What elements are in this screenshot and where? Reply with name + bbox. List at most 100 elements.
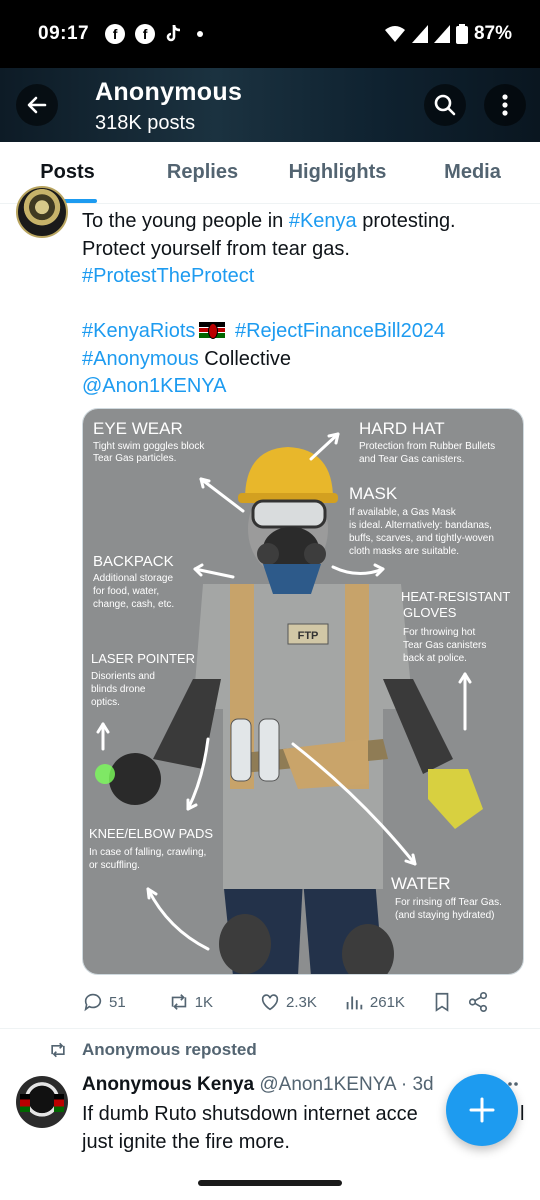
label-title: HARD HAT (359, 419, 445, 438)
label-text: Tight swim goggles block (93, 441, 205, 452)
label-text: Tear Gas particles. (93, 453, 176, 464)
reply-icon (84, 993, 102, 1012)
system-status: 87% (384, 23, 512, 45)
tab-posts[interactable]: Posts (0, 142, 135, 203)
repost-icon (171, 994, 186, 1010)
label-text: and Tear Gas canisters. (359, 454, 464, 465)
reply-button[interactable]: 51 (82, 991, 126, 1013)
label-text: (and staying hydrated) (395, 910, 495, 921)
label-text: buffs, scarves, and tightly-woven (349, 533, 494, 544)
tweet-text-segment: Collective (198, 347, 292, 370)
label-title: EYE WEAR (93, 419, 183, 438)
plus-icon (469, 1097, 495, 1123)
back-button[interactable] (16, 84, 58, 126)
repost-icon (51, 1042, 65, 1058)
search-button[interactable] (424, 84, 466, 126)
label-title: HEAT-RESISTANT (401, 589, 510, 604)
clock: 09:17 (38, 23, 90, 44)
arrow-left-icon (27, 96, 47, 114)
view-count: 261K (369, 993, 405, 1011)
facebook-icon: f (105, 24, 126, 44)
battery-level: 87% (473, 23, 512, 44)
repost-label: Anonymous reposted (82, 1040, 257, 1059)
more-notifications-icon (197, 31, 204, 37)
tweet-text-segment: To the young people in (82, 210, 289, 232)
tiktok-icon (166, 24, 181, 42)
shirt-badge: FTP (298, 630, 319, 642)
battery-icon (455, 24, 468, 44)
tab-media[interactable]: Media (405, 142, 540, 203)
home-indicator[interactable] (198, 1180, 342, 1186)
label-text: If available, a Gas Mask (349, 507, 457, 518)
wifi-icon (384, 26, 405, 42)
tweet-text: To the young people in #Kenya protesting… (82, 208, 522, 401)
label-text: In case of falling, crawling, (89, 847, 206, 858)
views-button[interactable]: 261K (343, 991, 405, 1013)
label-text: or scuffling. (89, 860, 140, 871)
label-text: For rinsing off Tear Gas. (395, 897, 502, 908)
label-title: KNEE/ELBOW PADS (89, 826, 213, 841)
label-text: for food, water, (93, 586, 159, 597)
tab-replies[interactable]: Replies (135, 142, 270, 203)
repost-count: 1K (194, 993, 214, 1011)
more-options-button[interactable] (484, 84, 526, 126)
label-text: cloth masks are suitable. (349, 546, 459, 557)
like-count: 2.3K (286, 993, 317, 1011)
label-title: WATER (391, 874, 451, 893)
hashtag-link[interactable]: #Anonymous (82, 348, 199, 370)
avatar[interactable] (16, 1076, 68, 1128)
search-icon (434, 94, 456, 116)
repost-indicator: Anonymous reposted (48, 1040, 257, 1060)
profile-name: Anonymous (95, 78, 243, 106)
label-text: Additional storage (93, 573, 173, 584)
tweet-text-segment: Protect yourself from tear gas. (82, 237, 350, 260)
label-text: Disorients and (91, 671, 155, 682)
status-bar: 09:17 f f 87% (0, 0, 540, 68)
avatar[interactable] (16, 186, 68, 238)
tweet-actions: 51 1K 2.3K 261K (82, 984, 522, 1020)
hashtag-link[interactable]: #Kenya (289, 210, 357, 232)
mention-link[interactable]: @Anon1KENYA (82, 375, 226, 397)
divider (0, 1028, 540, 1029)
label-title: BACKPACK (93, 553, 174, 570)
profile-tabs: Posts Replies Highlights Media (0, 142, 540, 204)
label-text: change, cash, etc. (93, 599, 174, 610)
kenya-flag-icon (199, 322, 226, 339)
hashtag-link[interactable]: #ProtestTheProtect (82, 265, 254, 287)
facebook-icon: f (135, 24, 156, 44)
post-count: 318K posts (95, 112, 196, 134)
like-button[interactable]: 2.3K (259, 991, 317, 1013)
label-text: is ideal. Alternatively: bandanas, (349, 520, 492, 531)
bookmark-button[interactable] (431, 991, 453, 1013)
tweet-text-segment: l (520, 1103, 525, 1125)
share-icon (468, 992, 488, 1012)
signal-icon (411, 25, 428, 43)
label-title: GLOVES (403, 605, 457, 620)
signal-icon (433, 25, 450, 43)
bookmark-icon (435, 992, 449, 1012)
hashtag-link[interactable]: #RejectFinanceBill2024 (235, 320, 445, 342)
label-text: Protection from Rubber Bullets (359, 441, 495, 452)
tweet-text-segment: If dumb Ruto shutsdown internet acce (82, 1103, 418, 1125)
label-text: back at police. (403, 653, 467, 664)
tweet-author[interactable]: Anonymous Kenya @Anon1KENYA · 3d (82, 1074, 434, 1096)
hashtag-link[interactable]: #KenyaRiots (82, 320, 195, 342)
label-title: LASER POINTER (91, 651, 195, 666)
share-button[interactable] (467, 991, 489, 1013)
tweet-image[interactable]: FTP EYE WEAR Tight swim goggles block Te… (82, 408, 524, 975)
reply-count: 51 (109, 993, 126, 1011)
more-vertical-icon (502, 94, 508, 116)
label-text: blinds drone (91, 684, 146, 695)
heart-icon (261, 994, 279, 1011)
analytics-icon (346, 996, 363, 1010)
notification-icons: f f (105, 24, 204, 44)
label-title: MASK (349, 484, 398, 503)
author-handle: @Anon1KENYA · 3d (259, 1074, 434, 1095)
author-name: Anonymous Kenya (82, 1074, 255, 1095)
compose-button[interactable] (446, 1074, 518, 1146)
label-text: For throwing hot (403, 627, 475, 638)
tab-highlights[interactable]: Highlights (270, 142, 405, 203)
label-text: Tear Gas canisters (403, 640, 486, 651)
tweet-text-segment: protesting. (356, 210, 456, 232)
repost-button[interactable]: 1K (168, 991, 213, 1013)
